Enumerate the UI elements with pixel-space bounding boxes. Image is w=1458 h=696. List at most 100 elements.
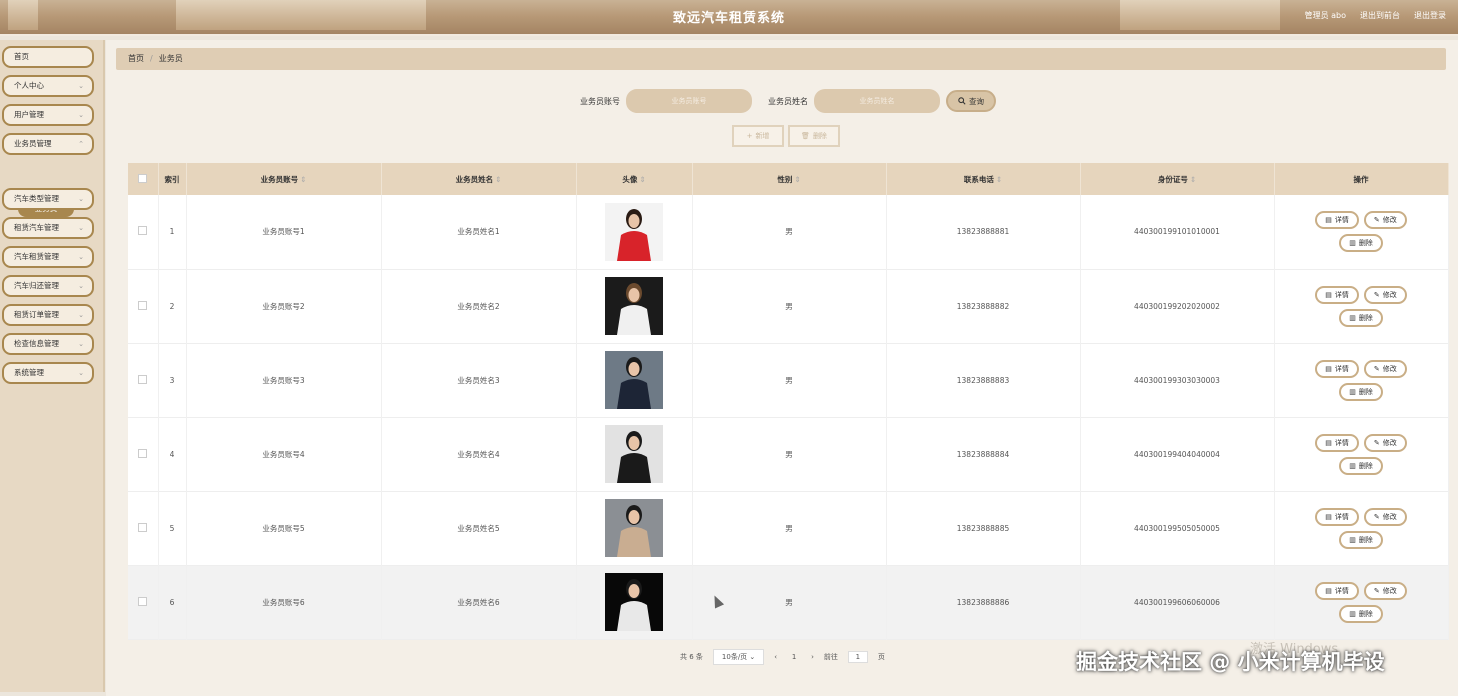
edit-button[interactable]: ✎ 修改 bbox=[1363, 359, 1407, 378]
main-content: 首页/业务员 业务员账号 业务员姓名 查询 +新增 🗑删除 索引 业务员账号⇕ bbox=[106, 40, 1458, 696]
pencil-icon: ✎ bbox=[1373, 364, 1380, 373]
select-all-checkbox[interactable] bbox=[138, 173, 148, 183]
chevron-down-icon: ⌄ bbox=[78, 340, 84, 348]
avatar-image[interactable] bbox=[605, 573, 663, 631]
avatar-image[interactable] bbox=[605, 277, 663, 335]
sidebar-item-car-rental[interactable]: 汽车租赁管理 ⌄ bbox=[2, 246, 94, 268]
delete-button-label: 删除 bbox=[812, 132, 827, 140]
col-gender[interactable]: 性别 ⇕ bbox=[692, 163, 887, 195]
sort-icon[interactable]: ⇕ bbox=[495, 175, 501, 184]
name-search-input[interactable] bbox=[814, 89, 940, 113]
document-icon: ▤ bbox=[1325, 290, 1332, 299]
edit-label: 修改 bbox=[1382, 512, 1397, 521]
front-link[interactable]: 退出到前台 bbox=[1360, 10, 1400, 21]
sidebar-item-car-return[interactable]: 汽车归还管理 ⌄ bbox=[2, 275, 94, 297]
account-search-input[interactable] bbox=[626, 89, 752, 113]
detail-button[interactable]: ▤ 详情 bbox=[1315, 507, 1359, 526]
pagination: 共 6 条 10条/页 ⌄ ‹ 1 › 前往 1 页 bbox=[680, 649, 885, 665]
delete-button[interactable]: ▥ 删除 bbox=[1339, 530, 1383, 549]
delete-label: 删除 bbox=[1358, 313, 1373, 322]
cell-idcard: 440300199505050005 bbox=[1080, 491, 1275, 565]
sidebar-item-users[interactable]: 用户管理 ⌄ bbox=[2, 104, 94, 126]
col-phone[interactable]: 联系电话 ⇕ bbox=[886, 163, 1081, 195]
sidebar: 首页 个人中心⌄ 用户管理⌄ 业务员管理⌃ 业务员 汽车类型管理⌄ 租赁汽车管理… bbox=[0, 40, 105, 692]
sidebar-item-profile[interactable]: 个人中心 ⌄ bbox=[2, 75, 94, 97]
col-phone-label: 联系电话 bbox=[963, 174, 994, 184]
sort-icon[interactable]: ⇕ bbox=[300, 175, 306, 184]
cell-phone: 13823888881 bbox=[886, 195, 1081, 269]
chevron-up-icon: ⌃ bbox=[78, 140, 84, 148]
col-account[interactable]: 业务员账号 ⇕ bbox=[186, 163, 382, 195]
edit-button[interactable]: ✎ 修改 bbox=[1363, 211, 1407, 230]
detail-button[interactable]: ▤ 详情 bbox=[1315, 433, 1359, 452]
delete-button[interactable]: ▥ 删除 bbox=[1339, 308, 1383, 327]
detail-button[interactable]: ▤ 详情 bbox=[1315, 285, 1359, 304]
sidebar-item-system[interactable]: 系统管理 ⌄ bbox=[2, 362, 94, 384]
row-checkbox[interactable] bbox=[138, 522, 148, 532]
pencil-icon: ✎ bbox=[1373, 512, 1380, 521]
sidebar-item-orders[interactable]: 租赁订单管理 ⌄ bbox=[2, 304, 94, 326]
cell-phone: 13823888886 bbox=[886, 565, 1081, 639]
add-button[interactable]: + 新增 bbox=[732, 125, 784, 147]
breadcrumb-home[interactable]: 首页 bbox=[128, 54, 144, 63]
edit-button[interactable]: ✎ 修改 bbox=[1363, 581, 1407, 600]
sidebar-item-inspection[interactable]: 检查信息管理 ⌄ bbox=[2, 333, 94, 355]
sort-icon[interactable]: ⇕ bbox=[639, 175, 645, 184]
edit-button[interactable]: ✎ 修改 bbox=[1363, 507, 1407, 526]
col-idcard[interactable]: 身份证号 ⇕ bbox=[1080, 163, 1275, 195]
delete-button[interactable]: ▥ 删除 bbox=[1339, 234, 1383, 253]
sidebar-item-home[interactable]: 首页 bbox=[2, 46, 94, 68]
avatar-image[interactable] bbox=[605, 351, 663, 409]
detail-label: 详情 bbox=[1334, 586, 1349, 595]
detail-button[interactable]: ▤ 详情 bbox=[1315, 211, 1359, 230]
sort-icon[interactable]: ⇕ bbox=[1190, 175, 1196, 184]
avatar-image[interactable] bbox=[605, 425, 663, 483]
row-checkbox[interactable] bbox=[138, 374, 148, 384]
cell-account: 业务员账号4 bbox=[186, 417, 382, 491]
delete-button[interactable]: ▥ 删除 bbox=[1339, 382, 1383, 401]
search-button[interactable]: 查询 bbox=[946, 90, 996, 112]
table-row: 1 业务员账号1 业务员姓名1 男 13823888881 4403001991… bbox=[128, 195, 1449, 269]
sidebar-item-salesman[interactable]: 业务员管理 ⌃ bbox=[2, 133, 94, 155]
sort-icon[interactable]: ⇕ bbox=[794, 175, 800, 184]
delete-button[interactable]: ▥ 删除 bbox=[1339, 456, 1383, 475]
detail-label: 详情 bbox=[1334, 364, 1349, 373]
detail-button[interactable]: ▤ 详情 bbox=[1315, 359, 1359, 378]
row-checkbox[interactable] bbox=[138, 300, 148, 310]
avatar-image[interactable] bbox=[605, 499, 663, 557]
chevron-down-icon: ⌄ bbox=[78, 224, 84, 232]
cell-index: 5 bbox=[158, 491, 187, 565]
select-all-cell bbox=[128, 163, 159, 195]
cell-gender: 男 bbox=[692, 417, 887, 491]
prev-page-button[interactable]: ‹ bbox=[774, 653, 777, 661]
row-select-cell bbox=[128, 491, 159, 565]
next-page-button[interactable]: › bbox=[811, 653, 814, 661]
sidebar-item-car-types[interactable]: 汽车类型管理 ⌄ bbox=[2, 188, 94, 210]
pencil-icon: ✎ bbox=[1373, 586, 1380, 595]
cell-ops: ▤ 详情 ✎ 修改 ▥ 删除 bbox=[1274, 417, 1449, 491]
page-size-select[interactable]: 10条/页 ⌄ bbox=[712, 649, 765, 665]
goto-input[interactable]: 1 bbox=[847, 651, 868, 663]
edit-button[interactable]: ✎ 修改 bbox=[1363, 433, 1407, 452]
document-icon: ▤ bbox=[1325, 364, 1332, 373]
cell-name: 业务员姓名5 bbox=[381, 491, 577, 565]
row-checkbox[interactable] bbox=[138, 226, 148, 236]
cell-idcard: 440300199303030003 bbox=[1080, 343, 1275, 417]
document-icon: ▤ bbox=[1325, 586, 1332, 595]
row-checkbox[interactable] bbox=[138, 448, 148, 458]
page-number[interactable]: 1 bbox=[787, 653, 801, 661]
detail-button[interactable]: ▤ 详情 bbox=[1315, 581, 1359, 600]
sort-icon[interactable]: ⇕ bbox=[996, 175, 1002, 184]
row-select-cell bbox=[128, 417, 159, 491]
delete-button[interactable]: ▥ 删除 bbox=[1339, 604, 1383, 623]
cell-avatar bbox=[576, 417, 693, 491]
trash-icon: ▥ bbox=[1349, 239, 1356, 248]
col-name[interactable]: 业务员姓名 ⇕ bbox=[381, 163, 577, 195]
avatar-image[interactable] bbox=[605, 202, 663, 261]
sidebar-item-rental-cars[interactable]: 租赁汽车管理 ⌄ bbox=[2, 217, 94, 239]
batch-delete-button[interactable]: 🗑 删除 bbox=[788, 125, 840, 147]
row-checkbox[interactable] bbox=[138, 596, 148, 606]
col-avatar[interactable]: 头像 ⇕ bbox=[576, 163, 693, 195]
edit-button[interactable]: ✎ 修改 bbox=[1363, 285, 1407, 304]
logout-link[interactable]: 退出登录 bbox=[1414, 10, 1446, 21]
